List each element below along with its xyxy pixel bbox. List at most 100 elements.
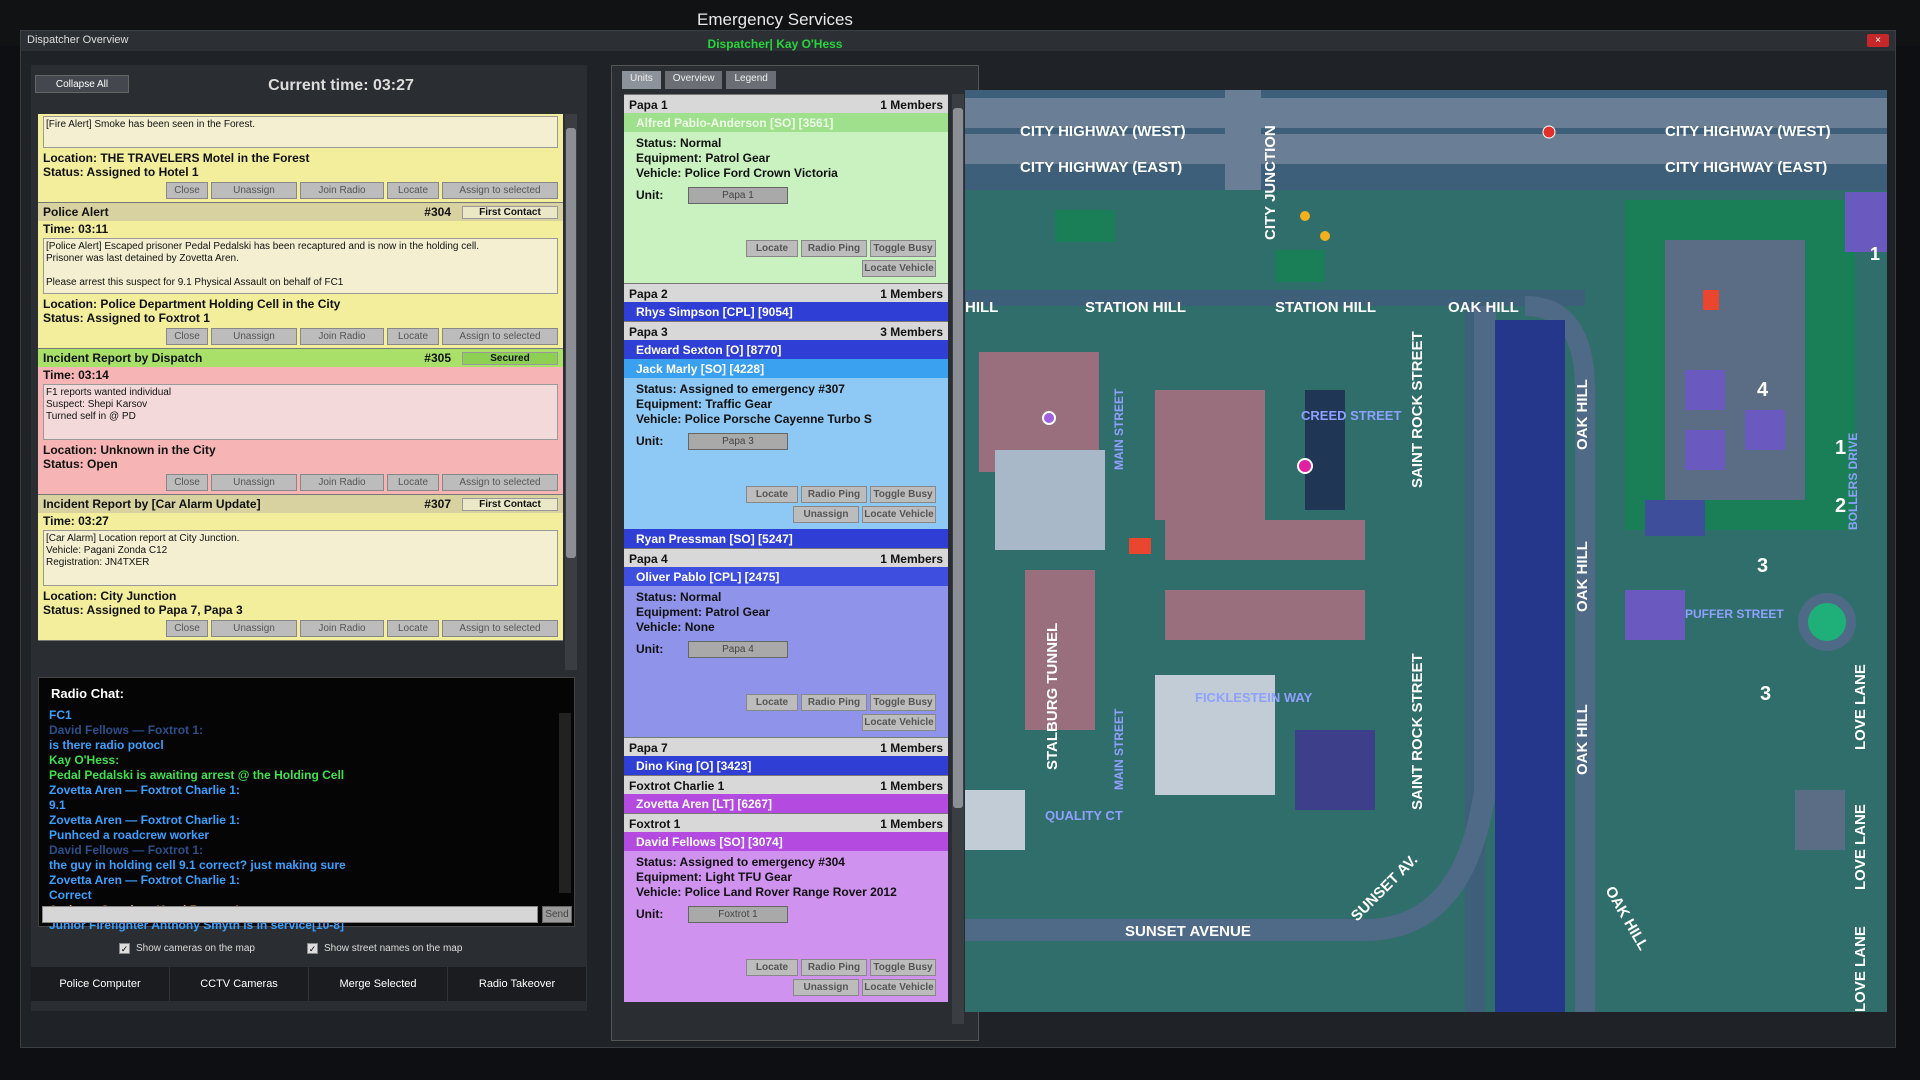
radio-takeover-button[interactable]: Radio Takeover (448, 967, 587, 1001)
unassign-button[interactable]: Unassign (211, 182, 297, 199)
unit-dropdown[interactable]: Papa 3 (688, 433, 788, 450)
unit-member-name[interactable]: David Fellows [SO] [3074] (624, 832, 948, 851)
unit-dropdown[interactable]: Foxtrot 1 (688, 906, 788, 923)
show-cameras-option[interactable]: ✓ Show cameras on the map (119, 943, 255, 954)
unit-member-name[interactable]: Zovetta Aren [LT] [6267] (624, 794, 948, 813)
locate-button[interactable]: Locate (387, 328, 439, 345)
locate-button[interactable]: Locate (746, 240, 798, 257)
incident-description: F1 reports wanted individual Suspect: She… (43, 384, 558, 440)
radio-message-line: Correct (49, 888, 92, 902)
assign-button[interactable]: Assign to selected (442, 328, 558, 345)
unit-dropdown[interactable]: Papa 1 (688, 187, 788, 204)
units-scrollbar[interactable] (952, 94, 964, 1024)
city-map[interactable]: CITY HIGHWAY (WEST) CITY HIGHWAY (EAST) … (965, 90, 1887, 1012)
map-label-highway-west-2: CITY HIGHWAY (WEST) (1665, 123, 1831, 140)
unit-group-header[interactable]: Papa 7 1 Members (624, 737, 948, 756)
radio-ping-button[interactable]: Radio Ping (801, 486, 867, 503)
unit-member-name[interactable]: Dino King [O] [3423] (624, 756, 948, 775)
locate-button[interactable]: Locate (746, 959, 798, 976)
map-label-highway-west: CITY HIGHWAY (WEST) (1020, 123, 1186, 140)
locate-vehicle-button[interactable]: Locate Vehicle (862, 979, 936, 996)
radio-message-line: the guy in holding cell 9.1 correct? jus… (49, 858, 346, 872)
join-button[interactable]: Join Radio (300, 620, 384, 637)
unit-actions-2: Unassign Locate Vehicle (636, 506, 936, 523)
radio-message-input[interactable] (42, 906, 538, 923)
unit-group-name: Papa 4 (629, 552, 668, 566)
incident-card[interactable]: Police Alert #304 First Contact Time: 03:11… (38, 203, 563, 349)
unit-dropdown[interactable]: Papa 4 (688, 641, 788, 658)
incident-scrollbar[interactable] (565, 114, 577, 670)
unit-actions-2: Locate Vehicle (636, 260, 936, 277)
assign-button[interactable]: Assign to selected (442, 474, 558, 491)
locate-button[interactable]: Locate (746, 486, 798, 503)
street-names-checkbox[interactable]: ✓ (307, 943, 318, 954)
incident-card[interactable]: [Fire Alert] Smoke has been seen in the … (38, 114, 563, 203)
unit-group-header[interactable]: Foxtrot 1 1 Members (624, 813, 948, 832)
tab-overview[interactable]: Overview (664, 71, 723, 89)
incident-status-badge: Secured (462, 352, 558, 365)
join-button[interactable]: Join Radio (300, 474, 384, 491)
map-canvas[interactable]: CITY HIGHWAY (WEST) CITY HIGHWAY (EAST) … (965, 90, 1887, 1012)
police-computer-button[interactable]: Police Computer (31, 967, 170, 1001)
incident-actions: Close Unassign Join Radio Locate Assign to s… (38, 179, 563, 202)
close-button[interactable]: Close (166, 620, 208, 637)
locate-button[interactable]: Locate (746, 694, 798, 711)
close-button[interactable]: Close (166, 328, 208, 345)
unassign-button[interactable]: Unassign (793, 979, 859, 996)
close-button[interactable]: Close (166, 182, 208, 199)
unassign-button[interactable]: Unassign (211, 474, 297, 491)
tab-units[interactable]: Units (622, 71, 661, 89)
unassign-button[interactable]: Unassign (211, 620, 297, 637)
map-label-quality-ct: QUALITY CT (1045, 808, 1123, 823)
close-icon[interactable]: × (1867, 34, 1889, 47)
unit-group-header[interactable]: Papa 4 1 Members (624, 548, 948, 567)
locate-vehicle-button[interactable]: Locate Vehicle (862, 260, 936, 277)
locate-vehicle-button[interactable]: Locate Vehicle (862, 714, 936, 731)
unit-group-header[interactable]: Foxtrot Charlie 1 1 Members (624, 775, 948, 794)
locate-button[interactable]: Locate (387, 620, 439, 637)
unit-group-name: Papa 2 (629, 287, 668, 301)
cameras-checkbox[interactable]: ✓ (119, 943, 130, 954)
collapse-all-button[interactable]: Collapse All (35, 75, 129, 93)
scroll-thumb[interactable] (953, 108, 963, 808)
unit-group-header[interactable]: Papa 2 1 Members (624, 283, 948, 302)
incident-description-line: [Police Alert] Escaped prisoner Pedal Pe… (46, 241, 480, 252)
unit-selector: Unit: Foxtrot 1 (636, 904, 936, 926)
cctv-cameras-button[interactable]: CCTV Cameras (170, 967, 309, 1001)
unit-member-name[interactable]: Ryan Pressman [SO] [5247] (624, 529, 948, 548)
close-button[interactable]: Close (166, 474, 208, 491)
join-button[interactable]: Join Radio (300, 328, 384, 345)
toggle-busy-button[interactable]: Toggle Busy (870, 694, 936, 711)
toggle-busy-button[interactable]: Toggle Busy (870, 959, 936, 976)
unit-member-name[interactable]: Edward Sexton [O] [8770] (624, 340, 948, 359)
tab-legend[interactable]: Legend (726, 71, 776, 89)
unit-member-name[interactable]: Jack Marly [SO] [4228] (624, 359, 948, 378)
unit-group-header[interactable]: Papa 1 1 Members (624, 94, 948, 113)
locate-button[interactable]: Locate (387, 474, 439, 491)
radio-ping-button[interactable]: Radio Ping (801, 694, 867, 711)
toggle-busy-button[interactable]: Toggle Busy (870, 240, 936, 257)
unit-member-name[interactable]: Oliver Pablo [CPL] [2475] (624, 567, 948, 586)
unit-equipment: Equipment: Traffic Gear (636, 397, 773, 411)
unit-member-name[interactable]: Alfred Pablo-Anderson [SO] [3561] (624, 113, 948, 132)
assign-button[interactable]: Assign to selected (442, 620, 558, 637)
assign-button[interactable]: Assign to selected (442, 182, 558, 199)
radio-scrollbar[interactable] (559, 713, 571, 893)
scroll-thumb[interactable] (566, 128, 576, 558)
show-street-names-option[interactable]: ✓ Show street names on the map (307, 943, 462, 954)
unit-group-header[interactable]: Papa 3 3 Members (624, 321, 948, 340)
join-button[interactable]: Join Radio (300, 182, 384, 199)
send-button[interactable]: Send (542, 906, 572, 923)
toggle-busy-button[interactable]: Toggle Busy (870, 486, 936, 503)
radio-ping-button[interactable]: Radio Ping (801, 959, 867, 976)
unassign-button[interactable]: Unassign (211, 328, 297, 345)
locate-button[interactable]: Locate (387, 182, 439, 199)
unit-member-name[interactable]: Rhys Simpson [CPL] [9054] (624, 302, 948, 321)
incident-card[interactable]: Incident Report by Dispatch #305 Secured Ti… (38, 349, 563, 495)
incident-card[interactable]: Incident Report by [Car Alarm Update] #30… (38, 495, 563, 641)
app-title: Emergency Services (697, 10, 853, 29)
merge-selected-button[interactable]: Merge Selected (309, 967, 448, 1001)
locate-vehicle-button[interactable]: Locate Vehicle (862, 506, 936, 523)
radio-ping-button[interactable]: Radio Ping (801, 240, 867, 257)
unassign-button[interactable]: Unassign (793, 506, 859, 523)
